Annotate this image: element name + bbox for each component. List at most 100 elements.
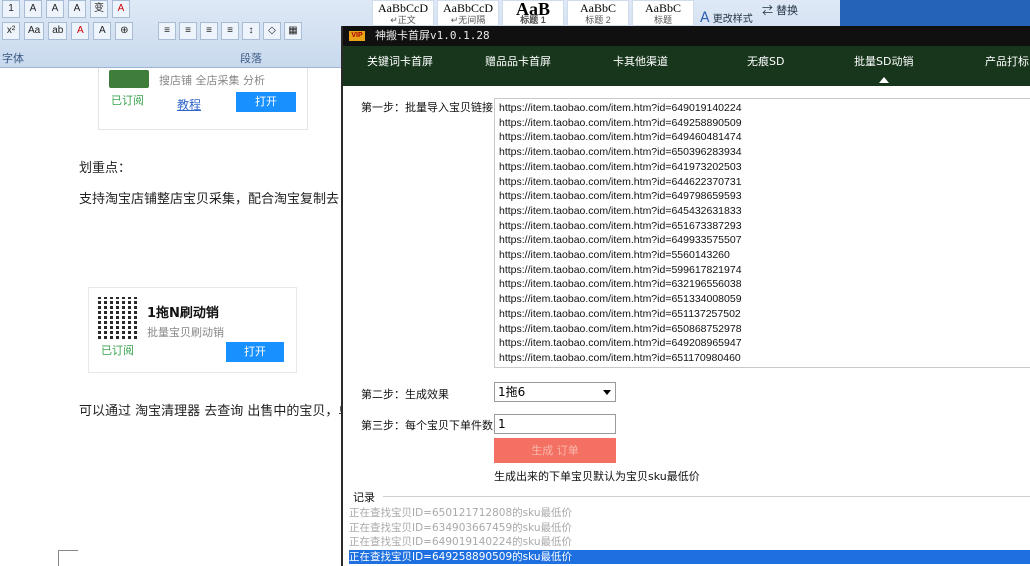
subscribed-status: 已订阅 bbox=[101, 344, 134, 357]
paragraph-toolbar: ≡ ≡ ≡ ≡ ↕ ◇ ▦ bbox=[158, 22, 302, 40]
doc-paragraph: 支持淘宝店铺整店宝贝采集，配合淘宝复制去 bbox=[79, 192, 340, 207]
style-name: 标题 bbox=[653, 15, 672, 25]
nav-tab[interactable]: 卡其他渠道 bbox=[613, 46, 668, 86]
font-button[interactable]: 1 bbox=[2, 0, 20, 18]
font-button[interactable]: ab bbox=[48, 22, 68, 40]
font-button[interactable]: A bbox=[93, 22, 112, 40]
url-line: https://item.taobao.com/item.htm?id=6419… bbox=[499, 160, 742, 173]
font-button[interactable]: Aa bbox=[24, 22, 45, 40]
log-row[interactable]: 正在查找宝贝ID=649258890509的sku最低价 bbox=[349, 549, 1030, 564]
open-button[interactable]: 打开 bbox=[226, 342, 284, 362]
paragraph-button[interactable]: ≡ bbox=[158, 22, 176, 40]
paragraph-button[interactable]: ↕ bbox=[242, 22, 260, 40]
log-label: 记录 bbox=[353, 489, 379, 505]
url-line: https://item.taobao.com/item.htm?id=6494… bbox=[499, 131, 742, 144]
tutorial-link[interactable]: 教程 bbox=[177, 96, 201, 113]
change-styles-icon: A bbox=[700, 10, 710, 26]
style-sample: AaBbCcD bbox=[378, 1, 428, 15]
style-item[interactable]: AaBbC 标题 2 bbox=[567, 0, 629, 26]
url-line: https://item.taobao.com/item.htm?id=5996… bbox=[499, 263, 742, 276]
nav-tab[interactable]: 产品打标 bbox=[985, 46, 1029, 86]
font-button[interactable]: A bbox=[71, 22, 90, 40]
style-name: 标题 2 bbox=[585, 15, 611, 25]
step2-label: 第二步：生成效果 bbox=[361, 388, 449, 401]
replace-button[interactable]: ⇄ 替换 bbox=[762, 2, 798, 18]
url-line: https://item.taobao.com/item.htm?id=6503… bbox=[499, 146, 742, 159]
qr-code-icon bbox=[98, 297, 140, 339]
url-line: https://item.taobao.com/item.htm?id=6492… bbox=[499, 337, 742, 350]
style-name: 标题 1 bbox=[520, 15, 546, 25]
style-sample: AaBbC bbox=[645, 1, 681, 15]
url-line: https://item.taobao.com/item.htm?id=6499… bbox=[499, 234, 742, 247]
log-list[interactable]: 正在查找宝贝ID=650121712808的sku最低价 正在查找宝贝ID=634… bbox=[349, 506, 1030, 564]
font-button[interactable]: ⊕ bbox=[115, 22, 134, 40]
log-row[interactable]: 正在查找宝贝ID=649019140224的sku最低价 bbox=[349, 535, 1030, 550]
url-input-textarea[interactable]: https://item.taobao.com/item.htm?id=6490… bbox=[494, 98, 1030, 368]
quantity-input[interactable]: 1 bbox=[494, 414, 616, 434]
style-item[interactable]: AaBbCcD ↵正文 bbox=[372, 0, 434, 26]
url-line: https://item.taobao.com/item.htm?id=5560… bbox=[499, 249, 730, 262]
generate-orders-button[interactable]: 生成 订单 bbox=[494, 438, 616, 463]
url-line: https://item.taobao.com/item.htm?id=6508… bbox=[499, 322, 742, 335]
font-button[interactable]: A bbox=[24, 0, 42, 18]
change-styles-button[interactable]: A 更改样式 bbox=[700, 10, 753, 26]
log-row[interactable]: 正在查找宝贝ID=634903667459的sku最低价 bbox=[349, 521, 1030, 536]
url-line: https://item.taobao.com/item.htm?id=6321… bbox=[499, 278, 742, 291]
font-button[interactable]: A bbox=[112, 0, 130, 18]
app-window: VIP 神搬卡首屏v1.0.1.28 关键词卡首屏 赠品品卡首屏 卡其他渠道 无痕SD… bbox=[341, 26, 1030, 566]
generate-note: 生成出来的下单宝贝默认为宝贝sku最低价 bbox=[494, 470, 700, 483]
step3-label: 第三步：每个宝贝下单件数 bbox=[361, 419, 493, 432]
url-line: https://item.taobao.com/item.htm?id=6511… bbox=[499, 307, 741, 320]
main-nav: 关键词卡首屏 赠品品卡首屏 卡其他渠道 无痕SD 批量SD动销 产品打标 bbox=[343, 46, 1030, 86]
font-button[interactable]: A bbox=[46, 0, 64, 18]
vip-badge-icon: VIP bbox=[349, 31, 365, 41]
paragraph-button[interactable]: ≡ bbox=[179, 22, 197, 40]
plugin-card-store: 搜店铺 全店采集 分析 已订阅 教程 打开 bbox=[98, 68, 308, 130]
style-item[interactable]: AaBbCcD ↵无间隔 bbox=[437, 0, 499, 26]
url-line: https://item.taobao.com/item.htm?id=6492… bbox=[499, 116, 742, 129]
nav-tab[interactable]: 赠品品卡首屏 bbox=[485, 46, 551, 86]
styles-gallery[interactable]: AaBbCcD ↵正文 AaBbCcD ↵无间隔 AaB 标题 1 AaBbC 标题 2 AaB… bbox=[372, 0, 694, 26]
effect-select[interactable]: 1拖6 bbox=[494, 382, 616, 402]
nav-tab[interactable]: 无痕SD bbox=[747, 46, 784, 86]
style-sample: AaBbC bbox=[580, 1, 616, 15]
open-button[interactable]: 打开 bbox=[236, 92, 296, 112]
url-line: https://item.taobao.com/item.htm?id=6490… bbox=[499, 102, 742, 114]
doc-paragraph: 可以通过 淘宝清理器 去查询 出售中的宝贝，单 bbox=[79, 404, 352, 419]
card-description: 搜店铺 全店采集 分析 bbox=[159, 74, 265, 87]
style-name: ↵正文 bbox=[390, 15, 416, 25]
page-corner-mark bbox=[58, 550, 78, 566]
nav-tab[interactable]: 批量SD动销 bbox=[854, 46, 913, 86]
effect-select-value: 1拖6 bbox=[498, 385, 526, 399]
paragraph-group-label: 段落 bbox=[240, 53, 262, 65]
dropdown-arrow-icon bbox=[603, 390, 611, 395]
document-page: 搜店铺 全店采集 分析 已订阅 教程 打开 划重点： 支持淘宝店铺整店宝贝采集，… bbox=[0, 68, 351, 566]
paragraph-button[interactable]: ≡ bbox=[200, 22, 218, 40]
paragraph-button[interactable]: ≡ bbox=[221, 22, 239, 40]
url-line: https://item.taobao.com/item.htm?id=6446… bbox=[499, 175, 742, 188]
paragraph-button[interactable]: ◇ bbox=[263, 22, 281, 40]
font-group-label: 字体 bbox=[2, 53, 24, 65]
step1-label: 第一步：批量导入宝贝链接 bbox=[361, 101, 493, 114]
change-styles-label: 更改样式 bbox=[712, 14, 753, 25]
paragraph-button[interactable]: ▦ bbox=[284, 22, 302, 40]
app-titlebar[interactable]: VIP 神搬卡首屏v1.0.1.28 bbox=[343, 26, 1030, 46]
style-item[interactable]: AaBbC 标题 bbox=[632, 0, 694, 26]
screen: 1AAA变A x² Aa ab A A ⊕ ≡ ≡ ≡ ≡ ↕ ◇ ▦ 字体 段落 AaBbCcD ↵正… bbox=[0, 0, 1030, 566]
quantity-value: 1 bbox=[498, 417, 506, 431]
font-button[interactable]: 变 bbox=[90, 0, 108, 18]
store-plugin-icon bbox=[109, 70, 149, 88]
plugin-card-sales: 1拖N刷动销 批量宝贝刷动销 已订阅 打开 bbox=[88, 287, 297, 373]
font-button[interactable]: A bbox=[68, 0, 86, 18]
url-line: https://item.taobao.com/item.htm?id=6497… bbox=[499, 190, 742, 203]
style-name: ↵无间隔 bbox=[450, 15, 486, 25]
log-row[interactable]: 正在查找宝贝ID=650121712808的sku最低价 bbox=[349, 506, 1030, 521]
font-button[interactable]: x² bbox=[2, 22, 20, 40]
url-line: https://item.taobao.com/item.htm?id=6513… bbox=[499, 293, 742, 306]
style-sample: AaBbCcD bbox=[443, 1, 493, 15]
font-toolbar-row2: x² Aa ab A A ⊕ bbox=[0, 22, 134, 40]
style-item[interactable]: AaB 标题 1 bbox=[502, 0, 564, 26]
nav-tab[interactable]: 关键词卡首屏 bbox=[367, 46, 433, 86]
card-title: 1拖N刷动销 bbox=[147, 306, 219, 321]
url-line: https://item.taobao.com/item.htm?id=6511… bbox=[499, 351, 741, 364]
